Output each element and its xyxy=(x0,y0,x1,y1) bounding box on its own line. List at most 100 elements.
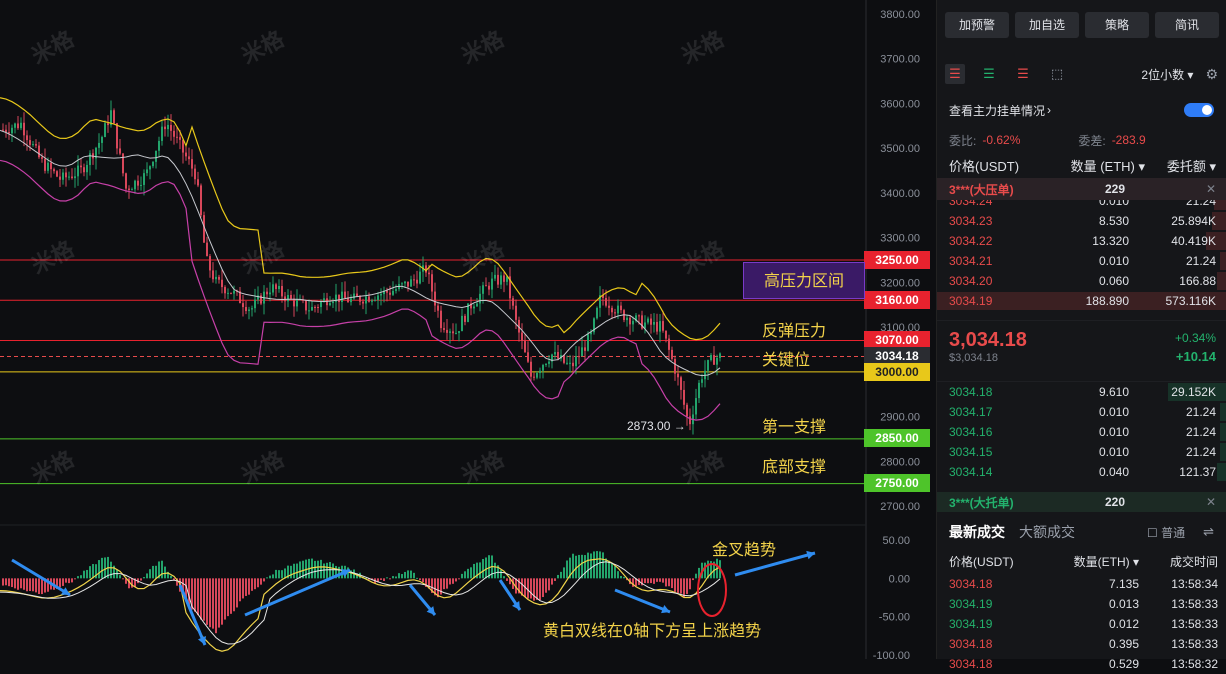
candle-body xyxy=(533,376,535,378)
candle-body xyxy=(437,305,439,311)
macd-histogram-bar xyxy=(29,578,31,592)
col-qty-label: 数量 (ETH) xyxy=(1070,158,1135,174)
main-orders-toggle[interactable] xyxy=(1184,103,1214,117)
macd-histogram-bar xyxy=(119,575,121,579)
bid-row[interactable]: 3034.14 0.040 121.37 xyxy=(937,462,1226,482)
tab-large-trades[interactable]: 大额成交 xyxy=(1019,522,1075,542)
price-chart[interactable]: 3800.00 3700.00 3600.00 3500.00 3400.00 3300.… xyxy=(0,0,935,659)
candle-body xyxy=(521,332,523,341)
trade-row[interactable]: 3034.19 0.012 13:58:33 xyxy=(937,614,1226,634)
col-qty-dropdown[interactable]: 数量 (ETH) ▾ xyxy=(1059,156,1145,175)
trades-list: 3034.18 7.135 13:58:34 3034.19 0.013 13:58:33… xyxy=(937,574,1226,674)
bid-depth-bar xyxy=(1217,463,1226,481)
bid-row[interactable]: 3034.17 0.010 21.24 xyxy=(937,402,1226,422)
macd-histogram-bar xyxy=(8,578,10,587)
candle-body xyxy=(458,331,460,333)
tab-latest-trades[interactable]: 最新成交 xyxy=(949,522,1005,542)
candle-body xyxy=(434,291,436,306)
candle-body xyxy=(338,294,340,303)
ask-qty: 8.530 xyxy=(1098,214,1129,228)
candle-body xyxy=(188,156,190,160)
macd-histogram-bar xyxy=(209,578,211,628)
ask-row[interactable]: 3034.19 188.890 573.116K xyxy=(937,291,1226,311)
macd-histogram-bar xyxy=(5,578,7,586)
bid-qty: 0.010 xyxy=(1098,425,1129,439)
macd-histogram-bar xyxy=(149,569,151,579)
settings-icon[interactable]: ⚙ xyxy=(1205,66,1218,83)
macd-histogram-bar xyxy=(674,578,676,592)
ask-row[interactable]: 3034.21 0.010 21.24 xyxy=(937,251,1226,271)
candle-body xyxy=(11,127,13,134)
macd-histogram-bar xyxy=(659,578,661,582)
ask-price: 3034.19 xyxy=(949,294,993,308)
candle-body xyxy=(320,301,322,308)
strategy-button[interactable]: 策略 xyxy=(1085,12,1149,38)
macd-histogram-bar xyxy=(683,578,685,597)
bid-row[interactable]: 3034.15 0.010 21.24 xyxy=(937,442,1226,462)
book-asks-icon[interactable]: ☰ xyxy=(1013,64,1033,84)
macd-histogram-bar xyxy=(620,575,622,579)
ask-row[interactable]: 3034.23 8.530 25.894K xyxy=(937,211,1226,231)
macd-histogram-bar xyxy=(527,578,529,599)
candle-body xyxy=(677,373,679,378)
ask-row[interactable]: 3034.22 13.320 40.419K xyxy=(937,231,1226,251)
big-bid-bar[interactable]: 3***(大托单) 220 ✕ xyxy=(937,492,1226,512)
candle-body xyxy=(311,306,313,311)
trade-col-qty-dropdown[interactable]: 数量(ETH) ▾ xyxy=(1059,553,1139,570)
trade-time: 13:58:33 xyxy=(1171,617,1218,631)
book-both-icon[interactable]: ☰ xyxy=(945,64,965,84)
candle-body xyxy=(200,185,202,216)
bid-row[interactable]: 3034.16 0.010 21.24 xyxy=(937,422,1226,442)
ask-row[interactable]: 3034.20 0.060 166.88 xyxy=(937,271,1226,291)
macd-histogram-bar xyxy=(101,557,103,579)
news-button[interactable]: 简讯 xyxy=(1155,12,1219,38)
book-bids-icon[interactable]: ☰ xyxy=(979,64,999,84)
macd-histogram-bar xyxy=(77,576,79,579)
bid-row[interactable]: 3034.18 9.610 29.152K xyxy=(937,382,1226,402)
candle-body xyxy=(116,123,118,149)
candle-body xyxy=(374,300,376,302)
candle-body xyxy=(449,331,451,333)
normal-checkbox[interactable]: ☐ 普通 xyxy=(1147,524,1185,541)
candle-body xyxy=(185,152,187,157)
macd-histogram-bar xyxy=(239,578,241,602)
trade-row[interactable]: 3034.18 0.529 13:58:32 xyxy=(937,654,1226,674)
filter-icon[interactable]: ⇌ xyxy=(1203,524,1214,540)
candle-body xyxy=(17,123,19,129)
close-icon[interactable]: ✕ xyxy=(1206,495,1216,509)
add-watchlist-button[interactable]: 加自选 xyxy=(1015,12,1079,38)
add-alert-button[interactable]: 加预警 xyxy=(945,12,1009,38)
candle-body xyxy=(146,169,148,174)
candle-body xyxy=(431,274,433,292)
close-icon[interactable]: ✕ xyxy=(1206,182,1216,196)
candle-body xyxy=(41,157,43,159)
normal-label: 普通 xyxy=(1161,525,1186,540)
candle-body xyxy=(281,286,283,297)
big-ask-bar[interactable]: 3***(大压单) 229 ✕ xyxy=(937,178,1226,200)
candle-body xyxy=(125,173,127,189)
trade-row[interactable]: 3034.18 0.395 13:58:33 xyxy=(937,634,1226,654)
candle-body xyxy=(344,291,346,298)
main-orders-row[interactable]: 查看主力挂单情况 › xyxy=(937,96,1226,124)
candle-body xyxy=(59,176,61,180)
price-tag-3250: 3250.00 xyxy=(864,251,930,269)
macd-histogram-bar xyxy=(473,563,475,579)
precision-select[interactable]: 2位小数 ▾ xyxy=(1141,66,1193,83)
ask-row[interactable]: 3034.24 0.010 21.24 xyxy=(937,200,1226,211)
trade-row[interactable]: 3034.18 7.135 13:58:34 xyxy=(937,574,1226,594)
macd-histogram-bar xyxy=(539,578,541,601)
macd-histogram-bar xyxy=(494,562,496,579)
candle-body xyxy=(245,307,247,312)
candle-body xyxy=(497,274,499,285)
precision-value: 2位小数 xyxy=(1141,67,1185,82)
col-total-dropdown[interactable]: 委托额 ▾ xyxy=(1145,156,1216,175)
trade-price: 3034.19 xyxy=(949,617,993,631)
y-axis-label: 3200.00 xyxy=(880,277,920,289)
candle-body xyxy=(191,159,193,169)
macd-histogram-bar xyxy=(398,573,400,579)
macd-histogram-bar xyxy=(260,578,262,585)
candle-body xyxy=(572,362,574,367)
macd-histogram-bar xyxy=(170,575,172,579)
trade-row[interactable]: 3034.19 0.013 13:58:33 xyxy=(937,594,1226,614)
fullscreen-icon[interactable]: ⬚ xyxy=(1047,64,1067,84)
